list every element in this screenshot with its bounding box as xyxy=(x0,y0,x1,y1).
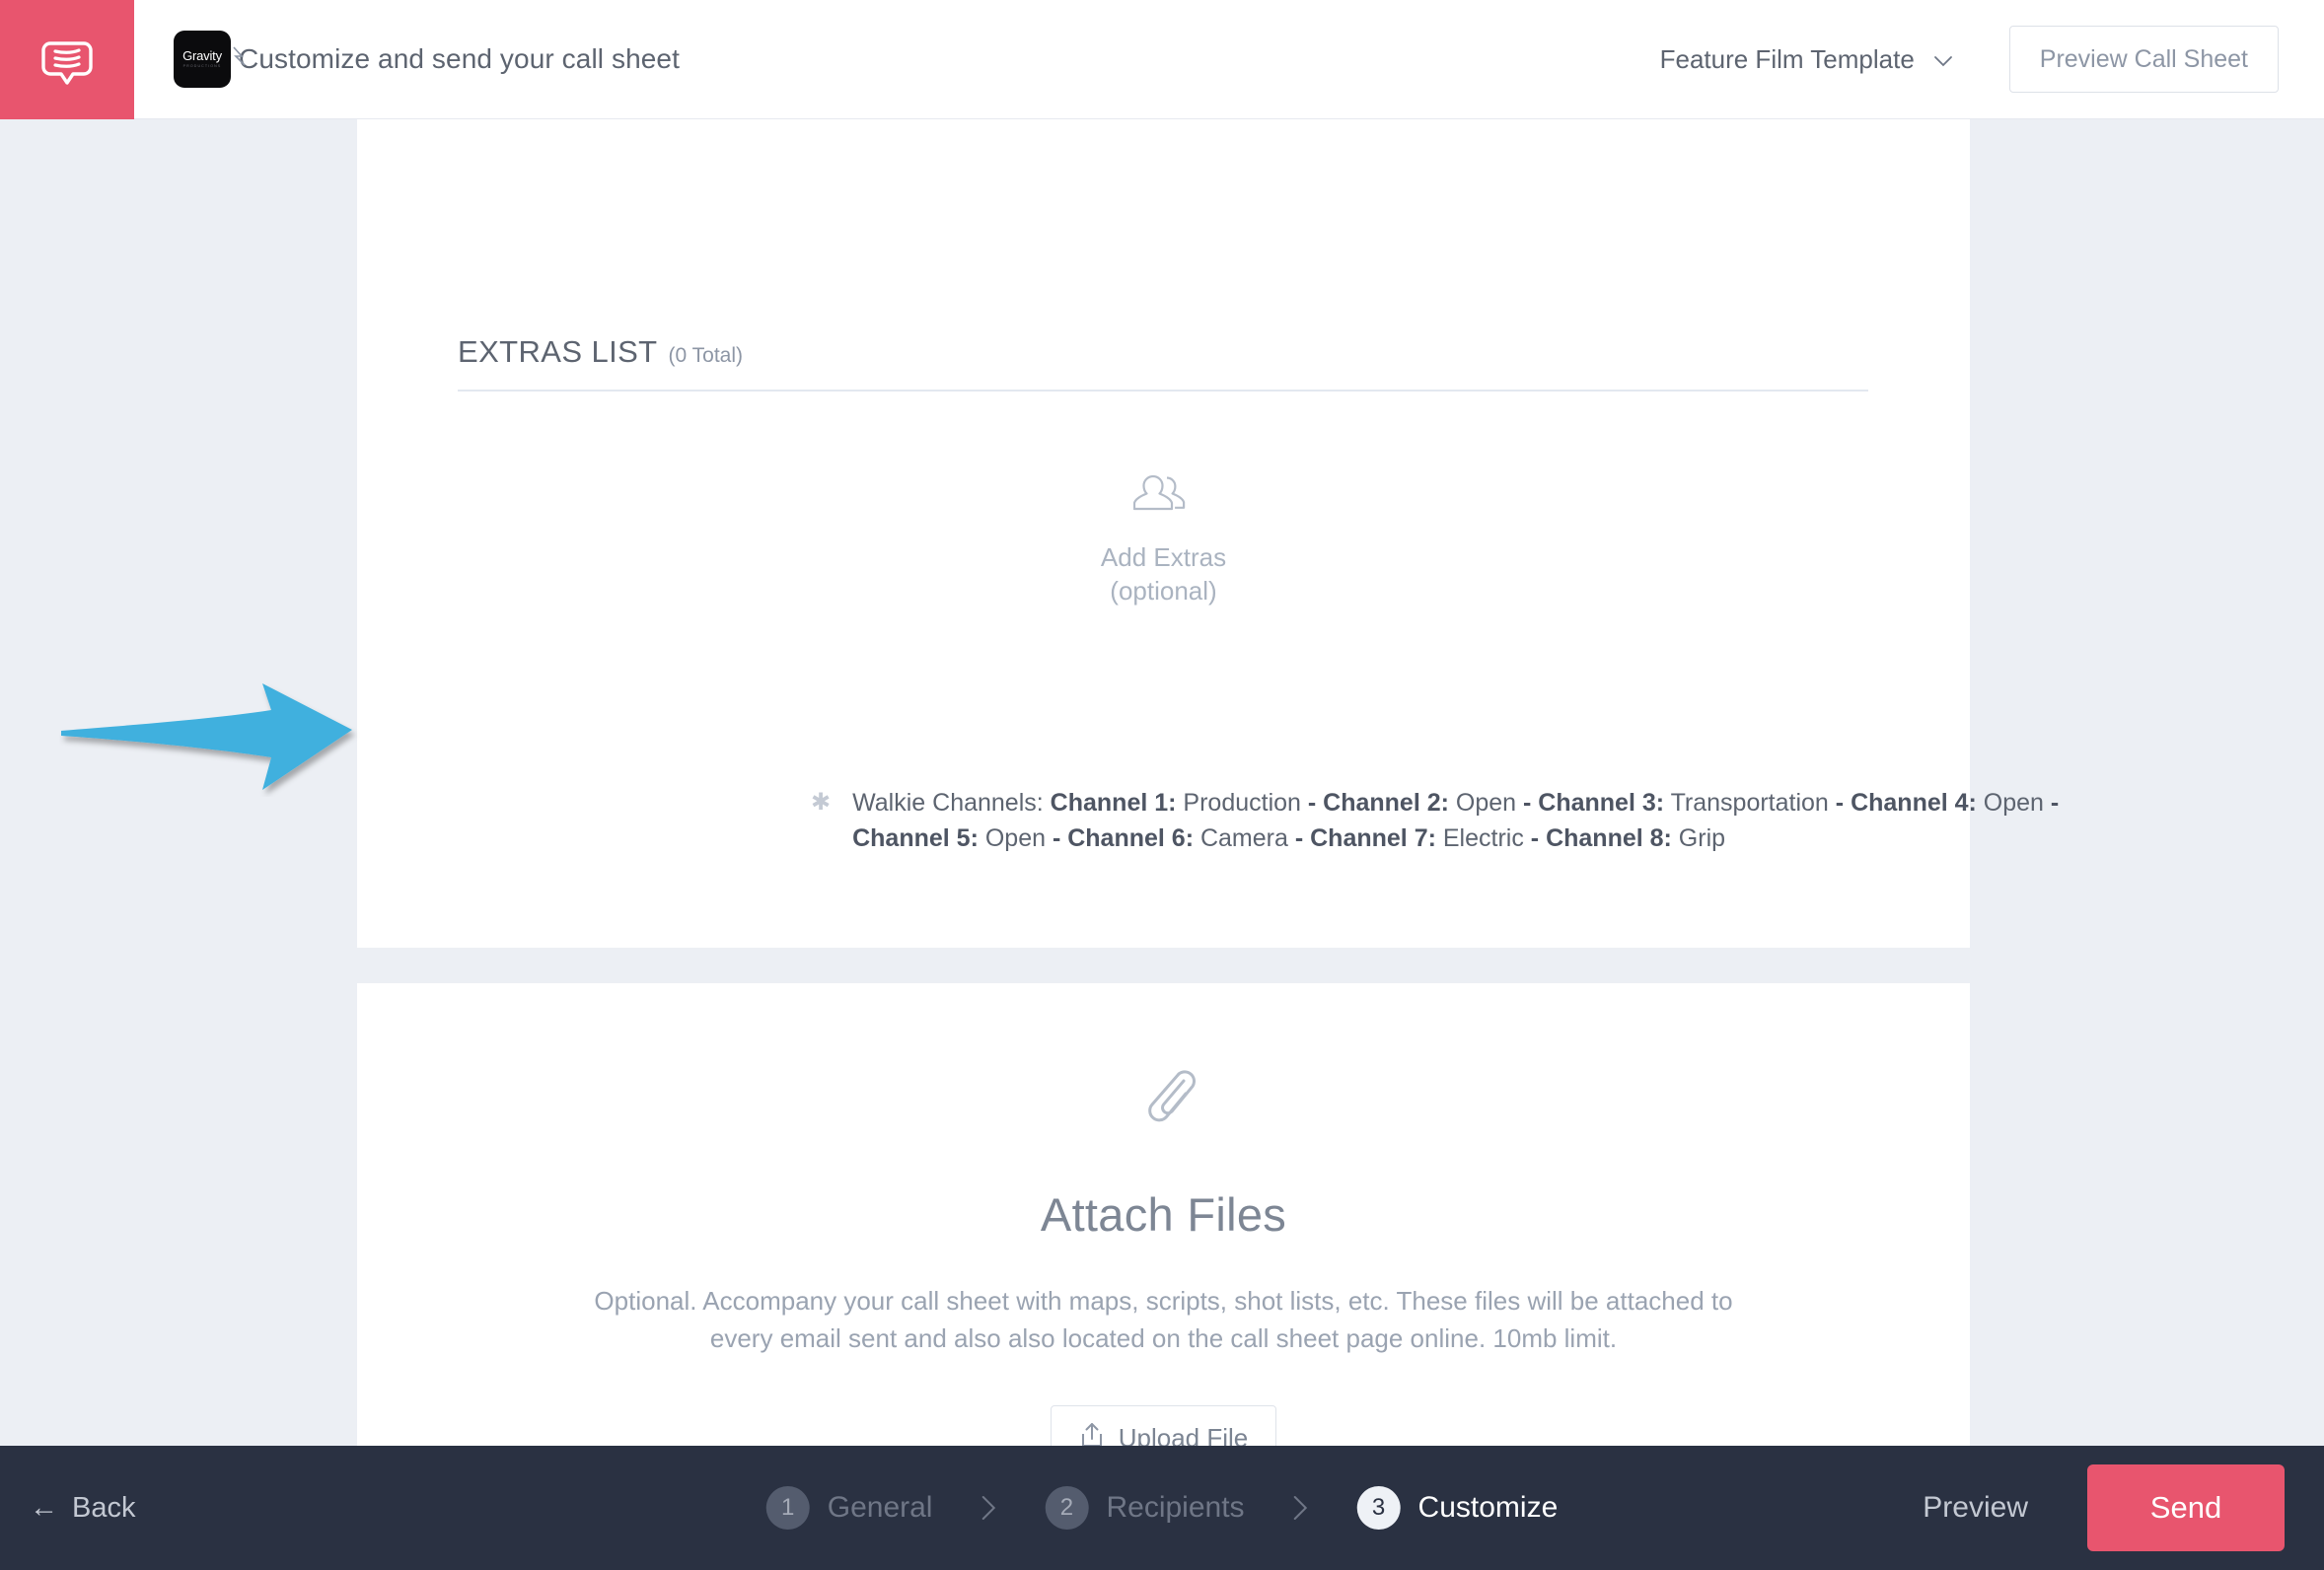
preview-call-sheet-button[interactable]: Preview Call Sheet xyxy=(2008,26,2279,93)
page-scroll-area[interactable]: (optional) EXTRAS LIST (0 Total) Add Ext… xyxy=(0,119,2324,1446)
wizard-footer: ← Back 1 General 2 Recipients 3 Customiz… xyxy=(0,1446,2324,1570)
back-button[interactable]: ← Back xyxy=(30,1492,135,1525)
attach-files-description: Optional. Accompany your call sheet with… xyxy=(594,1286,1733,1353)
send-button[interactable]: Send xyxy=(2087,1464,2285,1551)
walkie-channel-value: Camera xyxy=(1194,823,1295,852)
step-label: Customize xyxy=(1417,1491,1559,1524)
walkie-channel-name: Channel 1: xyxy=(1050,789,1177,817)
extras-section-title: EXTRAS LIST xyxy=(458,334,658,369)
walkie-channel-name: Channel 3: xyxy=(1538,789,1665,817)
walkie-channel-value: Open xyxy=(1448,789,1517,817)
walkie-channel-name: Channel 5: xyxy=(852,823,979,852)
back-arrow-icon: ← xyxy=(30,1491,58,1524)
walkie-channel-value: Electric xyxy=(1435,823,1531,852)
add-extras-label: Add Extras xyxy=(1100,542,1227,572)
step-label: Recipients xyxy=(1106,1491,1245,1524)
walkie-channel-name: Channel 7: xyxy=(1310,823,1436,852)
template-dropdown[interactable]: Feature Film Template xyxy=(1660,44,1954,75)
brand-logo[interactable]: Gravity PRODUCTIONS xyxy=(174,31,231,88)
step-label: General xyxy=(827,1491,933,1524)
walkie-channels-row[interactable]: ✱ Walkie Channels: Channel 1: Production… xyxy=(811,786,2123,856)
extras-section-count: (0 Total) xyxy=(668,344,743,367)
walkie-channel-name: Channel 6: xyxy=(1067,823,1195,852)
chevron-down-icon xyxy=(1932,48,1954,70)
page-title: Customize and send your call sheet xyxy=(239,43,680,74)
page-title-wrap: Customize and send your call sheet xyxy=(233,0,680,119)
paperclip-icon xyxy=(1132,1060,1196,1136)
step-number: 2 xyxy=(1045,1486,1089,1530)
extras-section-header: EXTRAS LIST (0 Total) xyxy=(458,334,1868,392)
add-extras-sublabel: (optional) xyxy=(1110,576,1217,607)
walkie-channel-value: Grip xyxy=(1671,823,1726,852)
wizard-step-general[interactable]: 1 General xyxy=(765,1486,933,1530)
step-number: 3 xyxy=(1356,1486,1401,1530)
attach-files-card: Attach Files Optional. Accompany your ca… xyxy=(357,983,1970,1446)
walkie-separator: - xyxy=(2043,789,2060,817)
chat-bubble-button[interactable] xyxy=(0,0,134,119)
chevron-right-icon xyxy=(976,1493,1001,1523)
walkie-channel-value: Transportation xyxy=(1664,789,1829,817)
template-dropdown-label: Feature Film Template xyxy=(1659,43,1915,74)
wizard-step-customize[interactable]: 3 Customize xyxy=(1356,1486,1559,1530)
walkie-channel-value: Open xyxy=(978,823,1047,852)
add-extras-button[interactable]: Add Extras (optional) xyxy=(357,470,1970,608)
walkie-channel-value: Open xyxy=(1976,789,2044,817)
people-icon xyxy=(1132,470,1195,525)
back-button-label: Back xyxy=(72,1491,136,1524)
upload-icon xyxy=(1079,1421,1105,1446)
asterisk-icon: ✱ xyxy=(811,789,832,816)
wizard-step-recipients[interactable]: 2 Recipients xyxy=(1045,1486,1245,1530)
chevron-right-icon xyxy=(1288,1493,1314,1523)
upload-file-button[interactable]: Upload File xyxy=(1050,1404,1277,1446)
walkie-channel-value: Production xyxy=(1176,789,1301,817)
walkie-separator: - xyxy=(1300,789,1324,817)
walkie-channel-name: Channel 2: xyxy=(1323,789,1449,817)
walkie-channels-label: Walkie Channels: xyxy=(852,789,1044,817)
attach-files-title: Attach Files xyxy=(1040,1188,1287,1241)
upload-file-label: Upload File xyxy=(1118,1423,1249,1446)
step-number: 1 xyxy=(765,1486,810,1530)
walkie-separator: - xyxy=(1294,823,1311,852)
walkie-separator: - xyxy=(1828,789,1852,817)
extras-card: (optional) EXTRAS LIST (0 Total) Add Ext… xyxy=(357,119,2059,948)
header-actions: Feature Film Template Preview Call Sheet xyxy=(1660,26,2324,93)
walkie-channels-text: Walkie Channels: Channel 1: Production -… xyxy=(852,786,2123,856)
wizard-steps: 1 General 2 Recipients 3 Customize xyxy=(765,1486,1559,1530)
chat-bubble-icon xyxy=(38,31,96,88)
brand-logo-subtext: PRODUCTIONS xyxy=(182,64,222,69)
footer-actions: Preview Send xyxy=(1901,1464,2324,1551)
walkie-channel-name: Channel 8: xyxy=(1546,823,1672,852)
walkie-separator: - xyxy=(1046,823,1068,852)
walkie-separator: - xyxy=(1530,823,1547,852)
walkie-separator: - xyxy=(1516,789,1539,817)
walkie-channel-name: Channel 4: xyxy=(1851,789,1977,817)
brand-logo-word: Gravity xyxy=(182,48,222,64)
app-header: Gravity PRODUCTIONS Customize and send y… xyxy=(0,0,2324,119)
preview-button[interactable]: Preview xyxy=(1901,1491,2050,1525)
